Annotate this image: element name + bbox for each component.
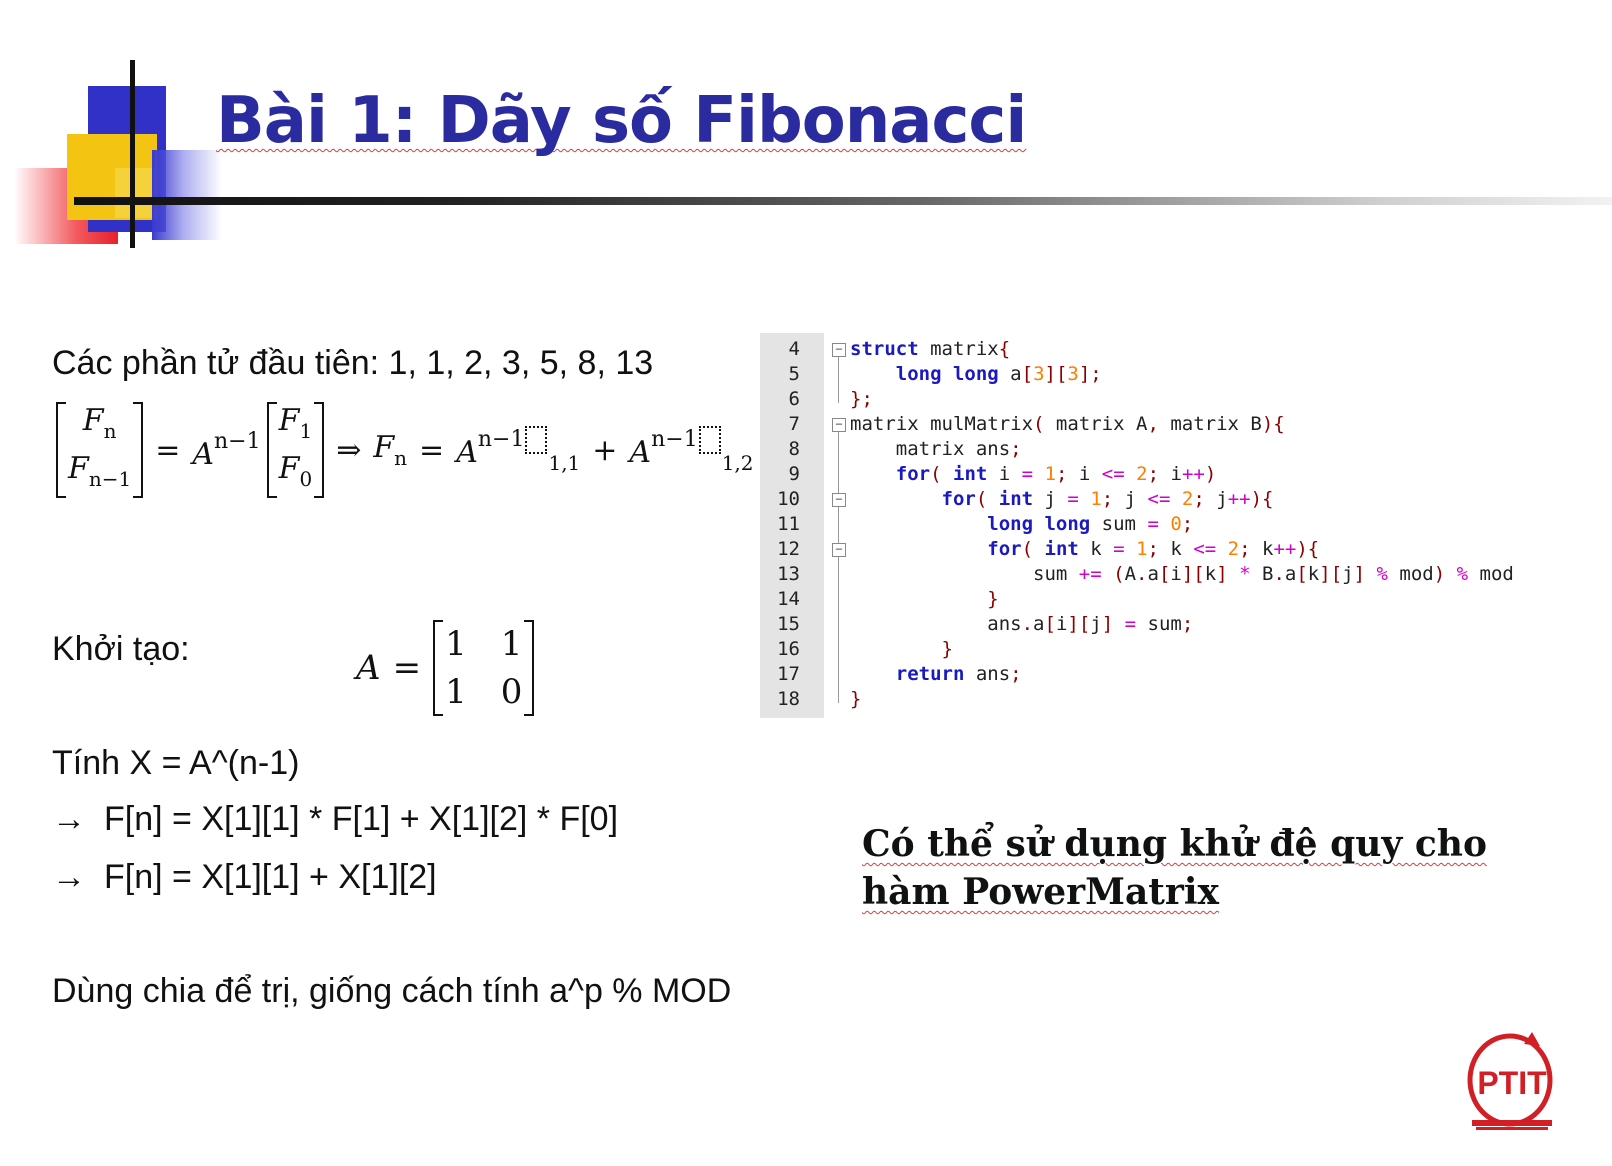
divide-conquer-line: Dùng chia để trị, giống cách tính a^p % … bbox=[52, 972, 732, 1010]
matrix-a: 11 10 bbox=[433, 620, 535, 716]
code-line: 11 long long sum = 0; bbox=[777, 513, 1194, 535]
decor-yellow-block-2 bbox=[115, 168, 155, 218]
svg-text:PTIT: PTIT bbox=[1477, 1065, 1547, 1101]
ptit-logo: PTIT bbox=[1462, 1024, 1562, 1132]
elements-line: Các phần tử đầu tiên: 1, 1, 2, 3, 5, 8, … bbox=[52, 344, 654, 382]
code-line: 4 − struct matrix{ bbox=[788, 338, 1011, 360]
fold-toggle-icon[interactable]: − bbox=[832, 543, 846, 557]
placeholder-box bbox=[525, 425, 548, 454]
decor-vertical-line bbox=[130, 60, 135, 248]
code-line: 15 ans.a[i][j] = sum; bbox=[777, 613, 1194, 635]
vector-fn: Fn Fn−1 bbox=[56, 402, 144, 498]
arrow-line-1: → F[n] = X[1][1] * F[1] + X[1][2] * F[0] bbox=[52, 800, 619, 838]
slide-title: Bài 1: Dãy số Fibonacci bbox=[216, 84, 1027, 158]
fold-toggle-icon[interactable]: − bbox=[832, 343, 846, 357]
note-text: Có thể sử dụng khử đệ quy cho hàm PowerM… bbox=[862, 823, 1487, 913]
arrow-line-2: → F[n] = X[1][1] + X[1][2] bbox=[52, 858, 437, 896]
code-line: 16 } bbox=[777, 638, 953, 660]
decor-blue-fade bbox=[152, 150, 222, 240]
vector-f1-f0: F1 F0 bbox=[266, 402, 325, 498]
fold-toggle-icon[interactable]: − bbox=[832, 493, 846, 507]
code-line: 10 − for( int j = 1; j <= 2; j++){ bbox=[777, 488, 1274, 510]
code-line: 5 long long a[3][3]; bbox=[788, 363, 1102, 385]
right-arrow-icon: → bbox=[52, 858, 86, 896]
code-line: 17 return ans; bbox=[777, 663, 1022, 685]
code-line: 13 sum += (A.a[i][k] * B.a[k][j] % mod) … bbox=[777, 563, 1514, 585]
compute-line: Tính X = A^(n-1) bbox=[52, 744, 300, 782]
code-line: 6 }; bbox=[788, 388, 873, 410]
code-line: 7 − matrix mulMatrix( matrix A, matrix B… bbox=[788, 413, 1285, 435]
code-line: 14 } bbox=[777, 588, 999, 610]
placeholder-box bbox=[698, 425, 721, 454]
decor-horizontal-rule bbox=[74, 197, 1612, 205]
init-label: Khởi tạo: bbox=[52, 630, 190, 668]
code-line: 9 for( int i = 1; i <= 2; i++) bbox=[788, 463, 1217, 485]
code-screenshot: 4 − struct matrix{ 5 long long a[3][3]; … bbox=[760, 333, 1612, 718]
fibonacci-formula: Fn Fn−1 = An−1 F1 F0 ⇒ Fn = An−11,1 + An… bbox=[56, 402, 754, 498]
code-line: 18 } bbox=[777, 688, 862, 710]
code-line: 8 matrix ans; bbox=[788, 438, 1022, 460]
fold-toggle-icon[interactable]: − bbox=[832, 418, 846, 432]
right-arrow-icon: → bbox=[52, 800, 86, 838]
matrix-a-definition: A = 11 10 bbox=[356, 620, 535, 716]
code-line: 12 − for( int k = 1; k <= 2; k++){ bbox=[777, 538, 1320, 560]
